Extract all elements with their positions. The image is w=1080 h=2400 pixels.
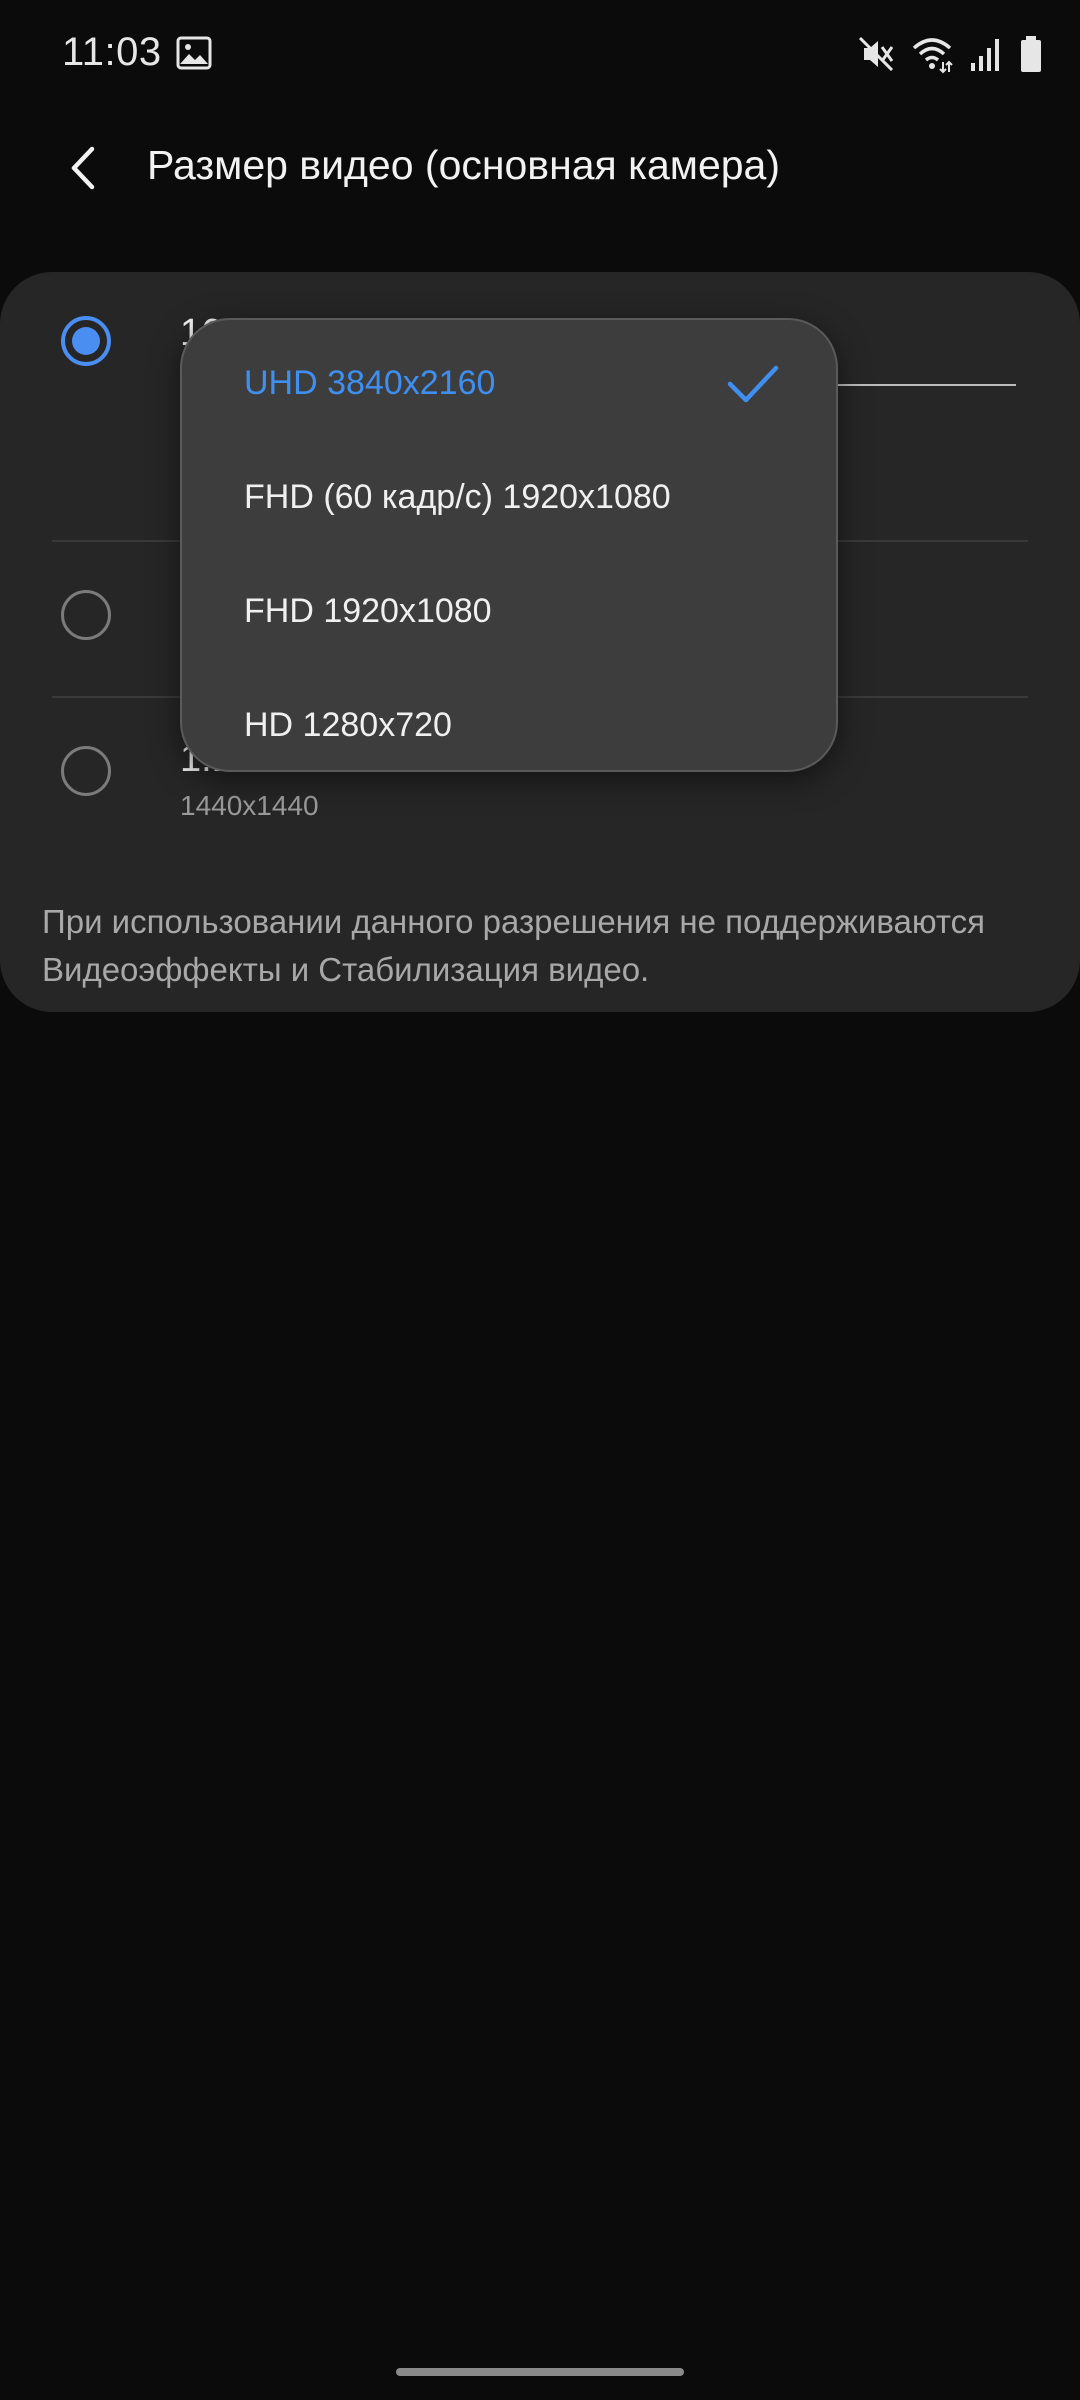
- radio-button-checked[interactable]: [61, 316, 111, 366]
- back-arrow-icon: [71, 146, 95, 190]
- popup-item-fhd[interactable]: FHD 1920x1080: [182, 564, 836, 664]
- gallery-icon: [176, 36, 212, 70]
- status-icons: [856, 32, 1044, 76]
- popup-item-label: UHD 3840x2160: [244, 364, 496, 402]
- battery-icon: [1018, 34, 1044, 74]
- popup-item-hd[interactable]: HD 1280x720: [182, 678, 836, 778]
- resolution-popup-menu: UHD 3840x2160 FHD (60 кадр/с) 1920x1080 …: [180, 318, 838, 772]
- popup-item-label: FHD 1920x1080: [244, 592, 492, 630]
- popup-item-label: HD 1280x720: [244, 706, 452, 744]
- popup-item-label: FHD (60 кадр/с) 1920x1080: [244, 478, 671, 516]
- popup-item-uhd[interactable]: UHD 3840x2160: [182, 336, 836, 436]
- mute-icon: [856, 34, 896, 74]
- nav-gesture-handle[interactable]: [396, 2368, 684, 2376]
- page-title: Размер видео (основная камера): [147, 142, 781, 188]
- option-subtitle: 1440x1440: [180, 790, 319, 821]
- radio-button[interactable]: [61, 590, 111, 640]
- popup-item-fhd-60[interactable]: FHD (60 кадр/с) 1920x1080: [182, 450, 836, 550]
- check-icon: [727, 365, 779, 403]
- status-time: 11:03: [62, 30, 162, 74]
- signal-icon: [968, 35, 1004, 73]
- status-bar: 11:03: [0, 0, 1080, 110]
- wifi-icon: [910, 34, 954, 74]
- back-button[interactable]: [54, 138, 114, 198]
- info-note: При использовании данного разрешения не …: [42, 903, 985, 988]
- radio-button[interactable]: [61, 746, 111, 796]
- app-bar: Размер видео (основная камера): [0, 110, 1080, 226]
